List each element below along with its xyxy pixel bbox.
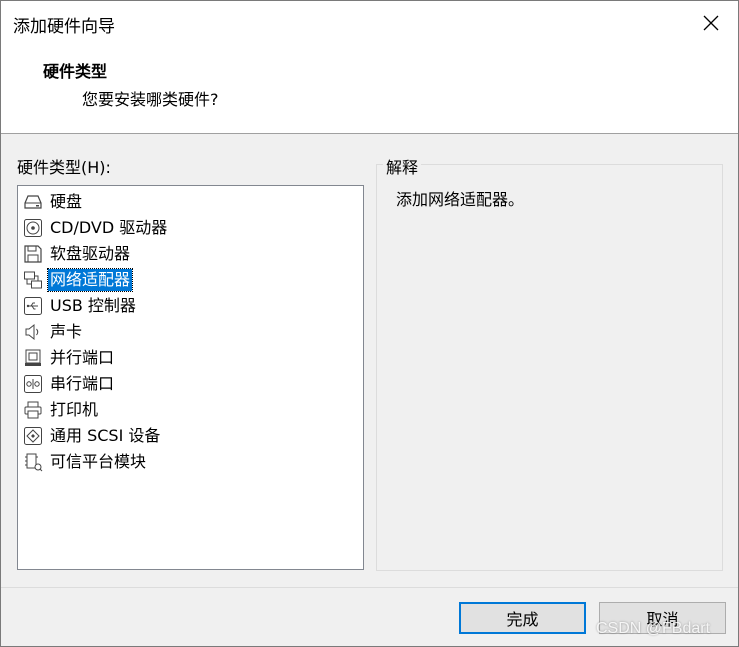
list-item-parallel-port[interactable]: 并行端口 [22,346,116,370]
tpm-icon [22,451,44,473]
list-item-label: 串行端口 [50,374,115,393]
serial-port-icon [22,373,44,395]
add-hardware-wizard-window: 添加硬件向导 硬件类型 您要安装哪类硬件? 硬件类型(H): 硬盘 CD/DVD… [0,0,739,647]
list-item-usb[interactable]: USB 控制器 [22,294,138,318]
parallel-port-icon [22,347,44,369]
list-item-network-adapter[interactable]: 网络适配器 [22,268,134,292]
list-item-label: USB 控制器 [50,296,136,315]
list-item-label: 并行端口 [50,348,115,367]
floppy-icon [22,243,44,265]
list-item-hard-disk[interactable]: 硬盘 [22,190,84,214]
hard-disk-icon [22,191,44,213]
printer-icon [22,399,44,421]
finish-button[interactable]: 完成 [459,602,586,634]
hardware-type-list[interactable]: 硬盘 CD/DVD 驱动器 软盘驱动器 网络适配器 USB 控制器 声卡 并行端… [17,185,364,570]
list-item-label: 软盘驱动器 [50,244,131,263]
list-item-label: 硬盘 [50,192,83,211]
watermark-text: CSDN @FBdart [596,620,711,637]
list-item-printer[interactable]: 打印机 [22,398,100,422]
page-subtitle: 您要安装哪类硬件? [82,90,219,109]
list-item-scsi[interactable]: 通用 SCSI 设备 [22,424,162,448]
list-item-label: 打印机 [50,400,99,419]
scsi-icon [22,425,44,447]
list-item-cd-dvd[interactable]: CD/DVD 驱动器 [22,216,169,240]
usb-icon [22,295,44,317]
list-item-sound-card[interactable]: 声卡 [22,320,84,344]
page-title: 硬件类型 [43,62,108,81]
close-icon [703,15,719,31]
explanation-legend: 解释 [383,154,422,178]
explanation-text: 添加网络适配器。 [396,190,525,209]
hardware-type-label: 硬件类型(H): [17,158,111,177]
title-bar: 添加硬件向导 [1,1,738,45]
list-item-serial-port[interactable]: 串行端口 [22,372,116,396]
list-item-label: 可信平台模块 [50,452,147,471]
speaker-icon [22,321,44,343]
window-title: 添加硬件向导 [13,17,115,37]
explanation-groupbox [376,164,723,571]
list-item-label: 声卡 [50,322,83,341]
list-item-label: 通用 SCSI 设备 [50,426,161,445]
list-item-label: CD/DVD 驱动器 [50,218,168,237]
list-item-label: 网络适配器 [46,268,134,292]
close-button[interactable] [694,7,728,39]
network-adapter-icon [22,269,44,291]
wizard-header: 硬件类型 您要安装哪类硬件? [1,45,738,134]
footer-divider [1,587,738,588]
list-item-floppy[interactable]: 软盘驱动器 [22,242,132,266]
list-item-tpm[interactable]: 可信平台模块 [22,450,148,474]
cd-dvd-icon [22,217,44,239]
